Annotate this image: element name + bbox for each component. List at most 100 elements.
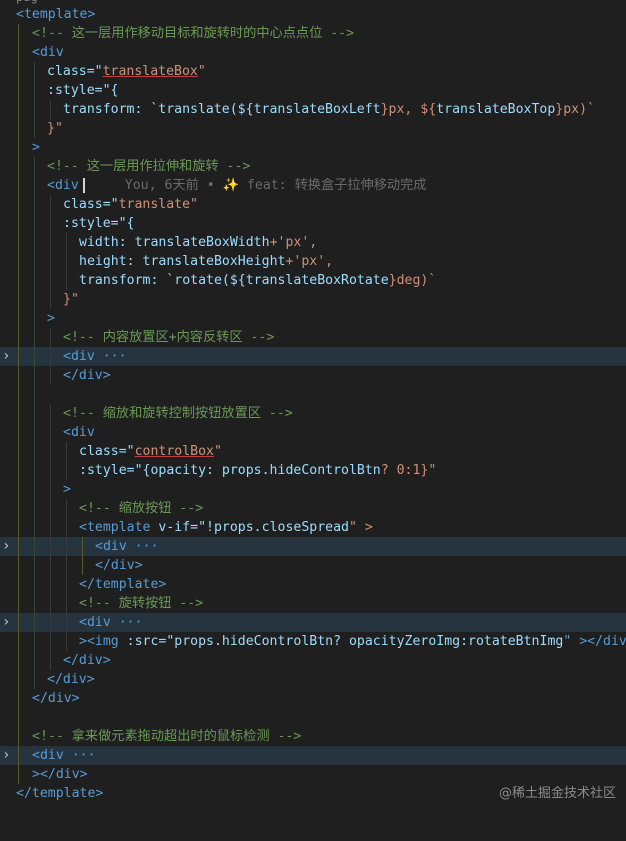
comment: <!-- 缩放和旋转控制按钮放置区 --> (63, 406, 293, 421)
code-line[interactable]: </div> (0, 689, 626, 708)
cut-off-line: pag (16, 0, 38, 4)
img-tag: ><img (79, 634, 127, 649)
unit: +'px', (269, 235, 318, 250)
code-line[interactable]: > (0, 309, 626, 328)
code-line[interactable]: <template> (0, 5, 626, 24)
code-line[interactable]: </template> (0, 575, 626, 594)
chevron-right-icon[interactable]: › (2, 347, 12, 366)
code-line[interactable]: <template v-if="!props.closeSpread" > (0, 518, 626, 537)
class-value: translate (118, 197, 191, 212)
code-line[interactable]: </div> (0, 366, 626, 385)
code-line[interactable]: </div> (0, 651, 626, 670)
tag-close: > (32, 140, 40, 155)
code-line[interactable]: <!-- 缩放按钮 --> (0, 499, 626, 518)
code-line[interactable]: <!-- 这一层用作拉伸和旋转 --> (0, 157, 626, 176)
code-editor[interactable]: pag <template> <!-- 这一层用作移动目标和旋转时的中心点点位 … (0, 0, 626, 807)
code-line[interactable]: :style="{opacity: props.hideControlBtn? … (0, 461, 626, 480)
attr: class=" (47, 64, 103, 79)
code-line[interactable]: <div You, 6天前 • ✨ feat: 转换盒子拉伸移动完成 (0, 176, 626, 195)
style-close: }" (47, 121, 63, 136)
expr: ? 0:1}" (380, 463, 437, 478)
git-blame-annotation: You, 6天前 • ✨ feat: 转换盒子拉伸移动完成 (124, 178, 427, 193)
code-line-folded[interactable]: › <div ··· (0, 746, 626, 765)
folded-div[interactable]: <div ··· (79, 615, 143, 630)
code-line[interactable]: <!-- 缩放和旋转控制按钮放置区 --> (0, 404, 626, 423)
div-tag: <div (47, 178, 79, 193)
style-binding: :style="{ (63, 216, 135, 231)
code-line[interactable]: > (0, 138, 626, 157)
chevron-right-icon[interactable]: › (2, 537, 12, 556)
transform-expr: transform: `rotate(${ (79, 273, 246, 288)
tag-close: > (47, 311, 55, 326)
code-line[interactable]: <div (0, 423, 626, 442)
div-close-tag: </div> (63, 368, 111, 383)
code-line[interactable] (0, 385, 626, 404)
div-tag: <div (63, 425, 95, 440)
template-str: }px, ${ (380, 102, 437, 117)
div-close-tag: </div> (32, 691, 80, 706)
div-close-tag: </div> (63, 653, 111, 668)
code-line[interactable]: </div> (0, 556, 626, 575)
template-close-tag: </template> (79, 577, 167, 592)
class-value: translateBox (102, 64, 198, 79)
code-line[interactable]: :style="{ (0, 81, 626, 100)
code-line[interactable]: }" (0, 290, 626, 309)
template-close-tag: </template> (16, 786, 104, 801)
div-close-tag: </div> (95, 558, 143, 573)
div-close-tag: " ></div> (563, 634, 626, 649)
unit: +'px', (285, 254, 334, 269)
code-line[interactable]: class="controlBox" (0, 442, 626, 461)
v-if-attr: v-if=" (158, 520, 207, 535)
variable: translateBoxRotate (245, 273, 389, 288)
code-line[interactable]: ><img :src="props.hideControlBtn? opacit… (0, 632, 626, 651)
code-line[interactable]: class="translate" (0, 195, 626, 214)
code-line[interactable] (0, 708, 626, 727)
variable: props.hideControlBtn (221, 463, 381, 478)
attr: class=" (79, 444, 135, 459)
code-line[interactable]: </div> (0, 670, 626, 689)
code-line[interactable]: :style="{ (0, 214, 626, 233)
template-tag: <template (79, 520, 159, 535)
code-line[interactable]: class="translateBox" (0, 62, 626, 81)
code-line[interactable]: }" (0, 119, 626, 138)
text-cursor (82, 177, 85, 193)
folded-div[interactable]: <div ··· (95, 539, 159, 554)
code-line-folded[interactable]: › <div ··· (0, 347, 626, 366)
code-line[interactable]: <!-- 旋转按钮 --> (0, 594, 626, 613)
chevron-right-icon[interactable]: › (2, 746, 12, 765)
comment: <!-- 旋转按钮 --> (79, 596, 204, 611)
folded-div[interactable]: <div ··· (32, 748, 96, 763)
code-line[interactable]: <!-- 内容放置区+内容反转区 --> (0, 328, 626, 347)
comment: <!-- 内容放置区+内容反转区 --> (63, 330, 275, 345)
watermark: @稀土掘金技术社区 (498, 786, 616, 801)
code-line[interactable]: <div (0, 43, 626, 62)
code-line-folded[interactable]: › <div ··· (0, 537, 626, 556)
style-close: }" (63, 292, 79, 307)
folded-div[interactable]: <div ··· (63, 349, 127, 364)
quote: " (213, 444, 222, 459)
div-tag: <div (32, 45, 64, 60)
transform-expr: transform: `translate(${ (63, 102, 254, 117)
prop: width: (79, 235, 135, 250)
template-open-tag: <template> (16, 7, 96, 22)
div-close-tag: </div> (47, 672, 95, 687)
quote: " > (348, 520, 373, 535)
chevron-right-icon[interactable]: › (2, 613, 12, 632)
quote: " (190, 197, 198, 212)
code-line[interactable]: height: translateBoxHeight+'px', (0, 252, 626, 271)
style-binding: :style="{ (47, 83, 119, 98)
tag-close: > (63, 482, 71, 497)
variable: translateBoxHeight (142, 254, 286, 269)
code-line[interactable]: <!-- 这一层用作移动目标和旋转时的中心点点位 --> (0, 24, 626, 43)
src-expr: props.hideControlBtn? opacityZeroImg:rot… (174, 634, 564, 649)
class-value: controlBox (134, 444, 214, 459)
code-line[interactable]: transform: `rotate(${translateBoxRotate}… (0, 271, 626, 290)
code-line[interactable]: width: translateBoxWidth+'px', (0, 233, 626, 252)
prop: height: (79, 254, 143, 269)
code-line[interactable]: <!-- 拿来做元素拖动超出时的鼠标检测 --> (0, 727, 626, 746)
code-line-folded[interactable]: › <div ··· (0, 613, 626, 632)
variable: translateBoxWidth (134, 235, 270, 250)
code-line[interactable]: > (0, 480, 626, 499)
style-binding: :style="{opacity: (79, 463, 222, 478)
code-line[interactable]: transform: `translate(${translateBoxLeft… (0, 100, 626, 119)
